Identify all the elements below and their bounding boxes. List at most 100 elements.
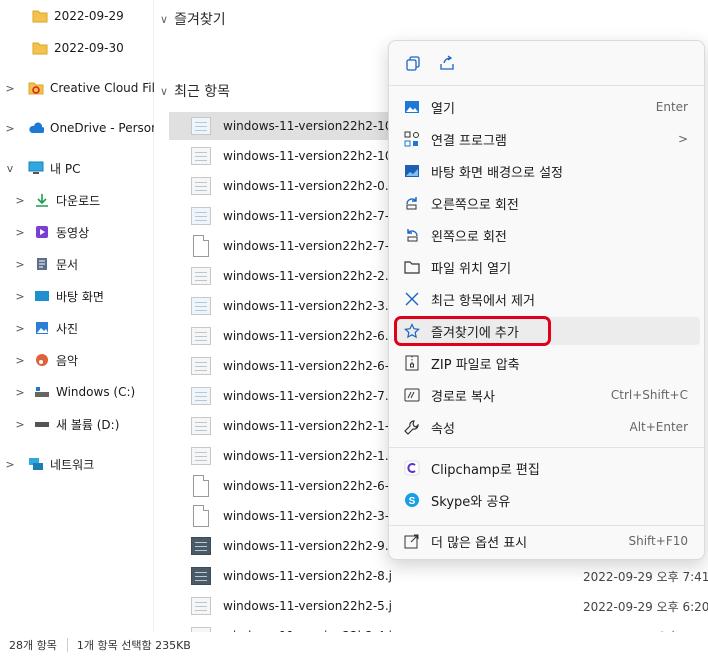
menu-item-label: 바탕 화면 배경으로 설정 [431,165,563,181]
download-icon [34,192,50,208]
group-header-recent[interactable]: ∨ 최근 항목 [160,80,230,102]
document-icon [34,256,50,272]
share-icon [440,55,454,70]
menu-item-shortcut: Shift+F10 [628,534,688,548]
nav-item-label: Creative Cloud Files [50,81,154,95]
image-thumbnail-icon [191,145,211,167]
desktop-icon [34,288,50,304]
folder-icon [32,40,48,56]
chevron-right-icon[interactable]: > [14,354,26,367]
chevron-right-icon[interactable]: > [14,386,26,399]
chevron-right-icon[interactable]: > [14,322,26,335]
file-name: windows-11-version22h2-10.jpg [223,149,393,163]
menu-item-rotate-left[interactable]: 왼쪽으로 회전 [395,221,700,249]
navigation-pane: 2022-09-29 2022-09-30 > Creative Cloud F… [0,0,154,632]
menu-item-label: 오른쪽으로 회전 [431,197,519,213]
onedrive-icon [28,120,44,136]
image-thumbnail-icon [191,445,211,467]
menu-item-remove[interactable]: 최근 항목에서 제거 [395,285,700,313]
chevron-down-icon[interactable]: ∨ [160,13,168,26]
status-bar: 28개 항목 1개 항목 선택함 235KB [0,632,708,657]
group-header-label: 즐겨찾기 [174,12,226,28]
menu-item-folder-open[interactable]: 파일 위치 열기 [395,253,700,281]
file-name: windows-11-version22h2-7.jpg [223,389,393,403]
file-icon [191,235,211,257]
file-name: windows-11-version22h2-10-2 [223,119,393,133]
image-thumbnail-icon [191,325,211,347]
network-icon [28,456,44,472]
chevron-right-icon[interactable]: > [14,226,26,239]
item-count: 28개 항목 [9,638,57,652]
menu-item-clipchamp[interactable]: Clipchamp로 편집 [395,454,700,482]
nav-item-downloads[interactable]: > 다운로드 [0,186,154,214]
menu-item-properties[interactable]: 속성 Alt+Enter [395,413,700,441]
nav-item-music[interactable]: > 음악 [0,346,154,374]
chevron-right-icon[interactable]: > [14,290,26,303]
nav-item-label: 네트워크 [50,457,95,472]
properties-icon [403,418,421,436]
file-name: windows-11-version22h2-3-1 [223,509,393,523]
file-date: 2022-09-29 오후 6:20 [583,599,708,614]
nav-item-desktop[interactable]: > 바탕 화면 [0,282,154,310]
menu-item-copy-path[interactable]: 경로로 복사 Ctrl+Shift+C [395,381,700,409]
nav-item-videos[interactable]: > 동영상 [0,218,154,246]
image-thumbnail-icon [191,205,211,227]
nav-item-documents[interactable]: > 문서 [0,250,154,278]
image-thumbnail-icon [191,565,211,587]
image-thumbnail-icon [191,415,211,437]
menu-item-rotate-right[interactable]: 오른쪽으로 회전 [395,189,700,217]
menu-item-label: 최근 항목에서 제거 [431,293,535,309]
menu-item-more-options[interactable]: 더 많은 옵션 표시 Shift+F10 [395,527,700,555]
nav-item-2022-09-29[interactable]: 2022-09-29 [0,2,154,30]
chevron-right-icon[interactable]: > [14,418,26,431]
pictures-icon [34,320,50,336]
chevron-right-icon[interactable]: > [14,258,26,271]
svg-text:S: S [409,496,416,507]
nav-item-onedrive[interactable]: > OneDrive - Personal [0,114,154,142]
file-row[interactable]: windows-11-version22h2-5.jpg 2022-09-29 오… [169,592,708,620]
copy-path-icon [403,386,421,404]
image-thumbnail-icon [191,175,211,197]
group-header-favorites[interactable]: ∨ 즐겨찾기 [160,8,226,30]
nav-item-label: 음악 [56,353,79,368]
chevron-right-icon[interactable]: > [4,122,16,135]
creative-cloud-icon [28,80,44,96]
menu-item-zip[interactable]: ZIP 파일로 압축 [395,349,700,377]
file-row[interactable]: windows-11-version22h2-4.jpg2022-09-29 오… [169,622,708,632]
open-with-icon [403,130,421,148]
menu-item-skype[interactable]: S Skype와 공유 [395,486,700,514]
nav-item-label: 다운로드 [56,193,101,208]
nav-item-network[interactable]: > 네트워크 [0,450,154,478]
menu-item-label: 더 많은 옵션 표시 [431,535,528,551]
share-button[interactable] [433,49,461,77]
nav-item-pictures[interactable]: > 사진 [0,314,154,342]
menu-item-wallpaper[interactable]: 바탕 화면 배경으로 설정 [395,157,700,185]
chevron-down-icon[interactable]: ∨ [160,85,168,98]
menu-item-label: 경로로 복사 [431,389,495,405]
file-row[interactable]: windows-11-version22h2-8.jpg 2022-09-29 오… [169,562,708,590]
chevron-down-icon[interactable]: v [4,162,16,175]
nav-item-creative-cloud[interactable]: > Creative Cloud Files [0,74,154,102]
nav-item-this-pc[interactable]: v 내 PC [0,154,154,182]
folder-open-icon [403,258,421,276]
menu-item-label: Clipchamp로 편집 [431,462,540,478]
nav-item-label: 새 볼륨 (D:) [56,417,120,432]
context-menu-toolbar [389,41,704,85]
video-icon [34,224,50,240]
nav-item-2022-09-30[interactable]: 2022-09-30 [0,34,154,62]
menu-item-label: 파일 위치 열기 [431,261,512,277]
file-name: windows-11-version22h2-5.jpg [223,599,393,613]
menu-item-open[interactable]: 열기 Enter [395,93,700,121]
copy-icon [406,56,420,71]
menu-item-open-with[interactable]: 연결 프로그램 > [395,125,700,153]
menu-item-label: ZIP 파일로 압축 [431,357,520,373]
menu-divider [389,525,704,526]
group-header-label: 최근 항목 [174,84,231,100]
skype-icon: S [403,491,421,509]
chevron-right-icon[interactable]: > [4,82,16,95]
nav-item-drive-c[interactable]: > Windows (C:) [0,378,154,406]
copy-button[interactable] [399,49,427,77]
nav-item-drive-d[interactable]: > 새 볼륨 (D:) [0,410,154,438]
chevron-right-icon[interactable]: > [4,458,16,471]
chevron-right-icon[interactable]: > [14,194,26,207]
